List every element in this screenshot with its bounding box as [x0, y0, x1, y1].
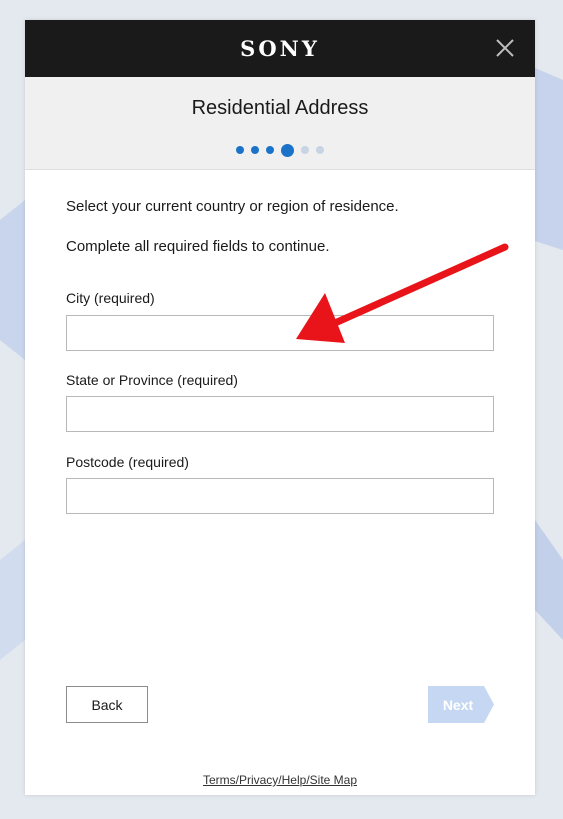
instruction-country: Select your current country or region of… [66, 198, 399, 215]
progress-dot-pending [301, 146, 309, 154]
back-button[interactable]: Back [66, 686, 148, 723]
state-label: State or Province (required) [66, 372, 238, 388]
registration-dialog: SONY Residential Address Select your cur… [25, 20, 535, 795]
step-header: Residential Address [25, 77, 535, 170]
state-input[interactable] [66, 396, 494, 432]
instruction-required-fields: Complete all required fields to continue… [66, 238, 330, 255]
close-icon[interactable] [495, 38, 515, 58]
next-button-label: Next [442, 696, 474, 713]
step-progress-indicator [25, 143, 535, 157]
progress-dot-complete [251, 146, 259, 154]
progress-dot-complete [236, 146, 244, 154]
progress-dot-complete [266, 146, 274, 154]
footer-links[interactable]: Terms/Privacy/Help/Site Map [25, 773, 535, 787]
sony-logo: SONY [240, 36, 320, 61]
page-title: Residential Address [191, 97, 369, 119]
progress-dot-pending [316, 146, 324, 154]
top-bar: SONY [25, 20, 535, 77]
city-label: City (required) [66, 290, 155, 306]
city-input[interactable] [66, 315, 494, 351]
postcode-label: Postcode (required) [66, 454, 189, 470]
postcode-input[interactable] [66, 478, 494, 514]
next-button[interactable]: Next [428, 686, 494, 723]
progress-dot-current [281, 143, 294, 157]
